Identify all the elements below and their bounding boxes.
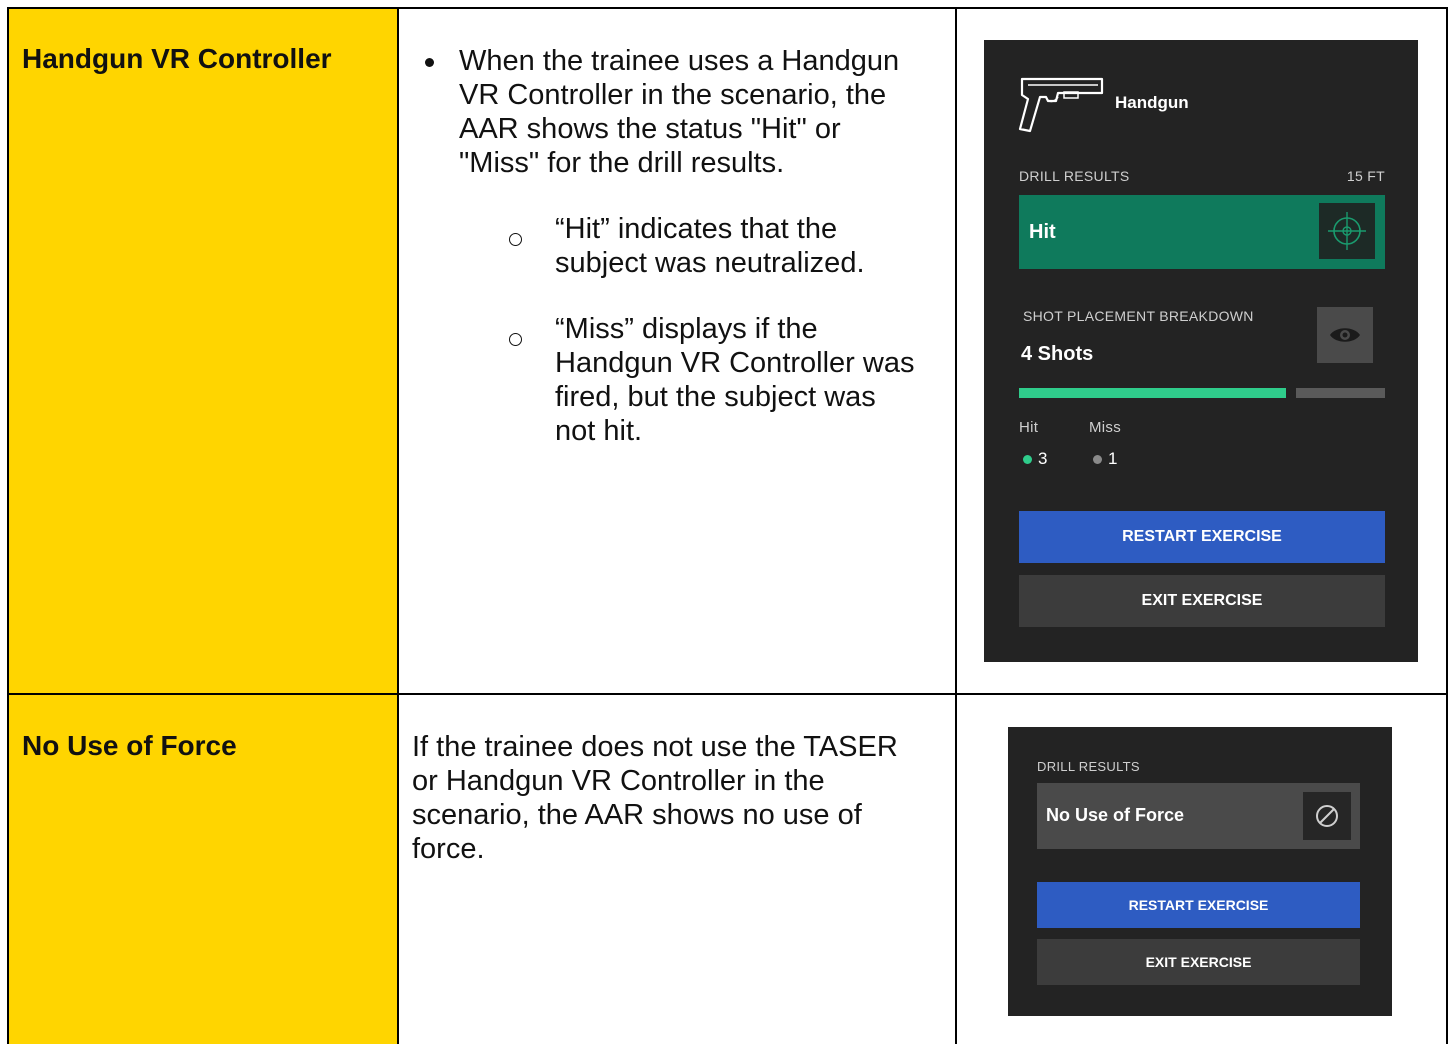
- sub-item-line: not hit.: [555, 415, 643, 447]
- legend-hit-value: 3: [1038, 449, 1048, 468]
- restart-exercise-button[interactable]: RESTART EXERCISE: [1019, 511, 1385, 563]
- description-line: force.: [412, 833, 485, 865]
- view-button[interactable]: [1317, 307, 1373, 363]
- no-force-description: If the trainee does not use the TASER or…: [412, 730, 952, 866]
- bar-hit-segment: [1019, 388, 1286, 398]
- bar-miss-segment: [1296, 388, 1385, 398]
- weapon-name: Handgun: [1115, 93, 1189, 112]
- drill-results-heading: DRILL RESULTS: [1019, 168, 1130, 184]
- table-border-top: [7, 7, 1448, 9]
- legend-hit-dot: [1023, 455, 1032, 464]
- status-hit-box: Hit: [1019, 195, 1385, 269]
- table-border-left: [7, 7, 9, 1044]
- bullet-text: When the trainee uses a Handgun VR Contr…: [459, 44, 939, 180]
- eye-icon: [1330, 328, 1360, 342]
- table-col-divider-2: [955, 7, 957, 1044]
- bullet-line: VR Controller in the scenario, the: [459, 79, 887, 111]
- row-label-no-force: No Use of Force: [22, 730, 237, 761]
- drill-results-heading: DRILL RESULTS: [1037, 759, 1140, 774]
- shot-progress-bar: [1019, 388, 1385, 398]
- shot-count: 4 Shots: [1021, 343, 1094, 365]
- sub-bullet-circle: [509, 333, 522, 346]
- legend-hit-label: Hit: [1019, 419, 1039, 436]
- aar-panel-no-force: DRILL RESULTS No Use of Force RESTART EX…: [1008, 727, 1392, 1016]
- bullet-line: AAR shows the status "Hit" or: [459, 113, 841, 145]
- sub-item-line: “Miss” displays if the: [555, 313, 818, 345]
- restart-exercise-button[interactable]: RESTART EXERCISE: [1037, 882, 1360, 928]
- crosshair-icon: [1319, 203, 1375, 259]
- table-row-divider: [7, 693, 1448, 695]
- description-line: or Handgun VR Controller in the: [412, 765, 825, 797]
- sub-item-miss: “Miss” displays if the Handgun VR Contro…: [555, 312, 945, 448]
- bullet-line: "Miss" for the drill results.: [459, 147, 785, 179]
- legend-miss-dot: [1093, 455, 1102, 464]
- legend-miss-label: Miss: [1089, 419, 1122, 436]
- aar-panel-handgun: Handgun DRILL RESULTS 15 FT Hit SHOT PLA…: [984, 40, 1418, 662]
- legend-miss-value: 1: [1108, 449, 1118, 468]
- bullet-line: When the trainee uses a Handgun: [459, 45, 900, 77]
- prohibited-icon: [1303, 792, 1351, 840]
- sub-bullet-circle: [509, 233, 522, 246]
- row-label-handgun: Handgun VR Controller: [22, 43, 332, 74]
- table-col-divider-1: [397, 7, 399, 1044]
- status-no-force-box: No Use of Force: [1037, 783, 1360, 849]
- sub-item-line: fired, but the subject was: [555, 381, 876, 413]
- exit-exercise-button[interactable]: EXIT EXERCISE: [1019, 575, 1385, 627]
- exit-exercise-button[interactable]: EXIT EXERCISE: [1037, 939, 1360, 985]
- label-cell-handgun: [8, 8, 397, 693]
- sub-item-line: subject was neutralized.: [555, 247, 865, 279]
- sub-item-hit: “Hit” indicates that the subject was neu…: [555, 212, 935, 280]
- sub-item-line: “Hit” indicates that the: [555, 213, 838, 245]
- breakdown-heading: SHOT PLACEMENT BREAKDOWN: [1023, 308, 1254, 324]
- bullet-dot: [425, 58, 434, 67]
- table-border-right: [1446, 7, 1448, 1044]
- description-line: If the trainee does not use the TASER: [412, 731, 898, 763]
- sub-item-line: Handgun VR Controller was: [555, 347, 915, 379]
- description-line: scenario, the AAR shows no use of: [412, 799, 862, 831]
- status-label: Hit: [1029, 221, 1056, 243]
- distance-readout: 15 FT: [1346, 168, 1385, 184]
- status-label: No Use of Force: [1046, 805, 1185, 825]
- handgun-icon: [1018, 77, 1104, 133]
